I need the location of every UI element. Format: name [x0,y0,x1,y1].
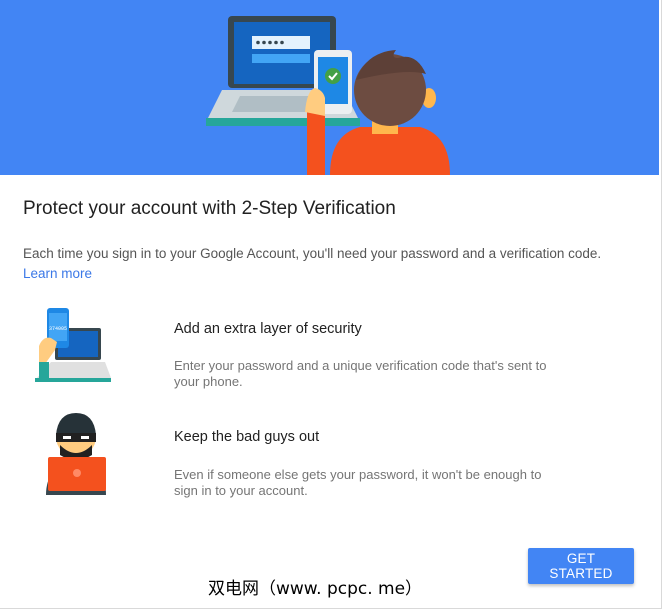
get-started-button[interactable]: GET STARTED [528,548,634,584]
feature-title: Add an extra layer of security [174,321,362,337]
watermark-text: 双电网（www. pcpc. me） [208,579,423,599]
description-body: Each time you sign in to your Google Acc… [23,246,602,261]
description-text: Each time you sign in to your Google Acc… [23,244,643,284]
feature-desc: Even if someone else gets your password,… [174,467,542,498]
phone-code-laptop-icon: 374005 [35,308,111,382]
hero-illustration [206,16,450,175]
page-title: Protect your account with 2-Step Verific… [23,198,396,219]
hero-banner [0,0,659,175]
phone-code-text: 374005 [49,326,67,332]
dialog-card: Protect your account with 2-Step Verific… [0,0,662,609]
masked-hacker-icon [46,413,106,495]
learn-more-link[interactable]: Learn more [23,266,92,281]
feature-title: Keep the bad guys out [174,429,320,445]
feature-desc: Enter your password and a unique verific… [174,358,547,389]
